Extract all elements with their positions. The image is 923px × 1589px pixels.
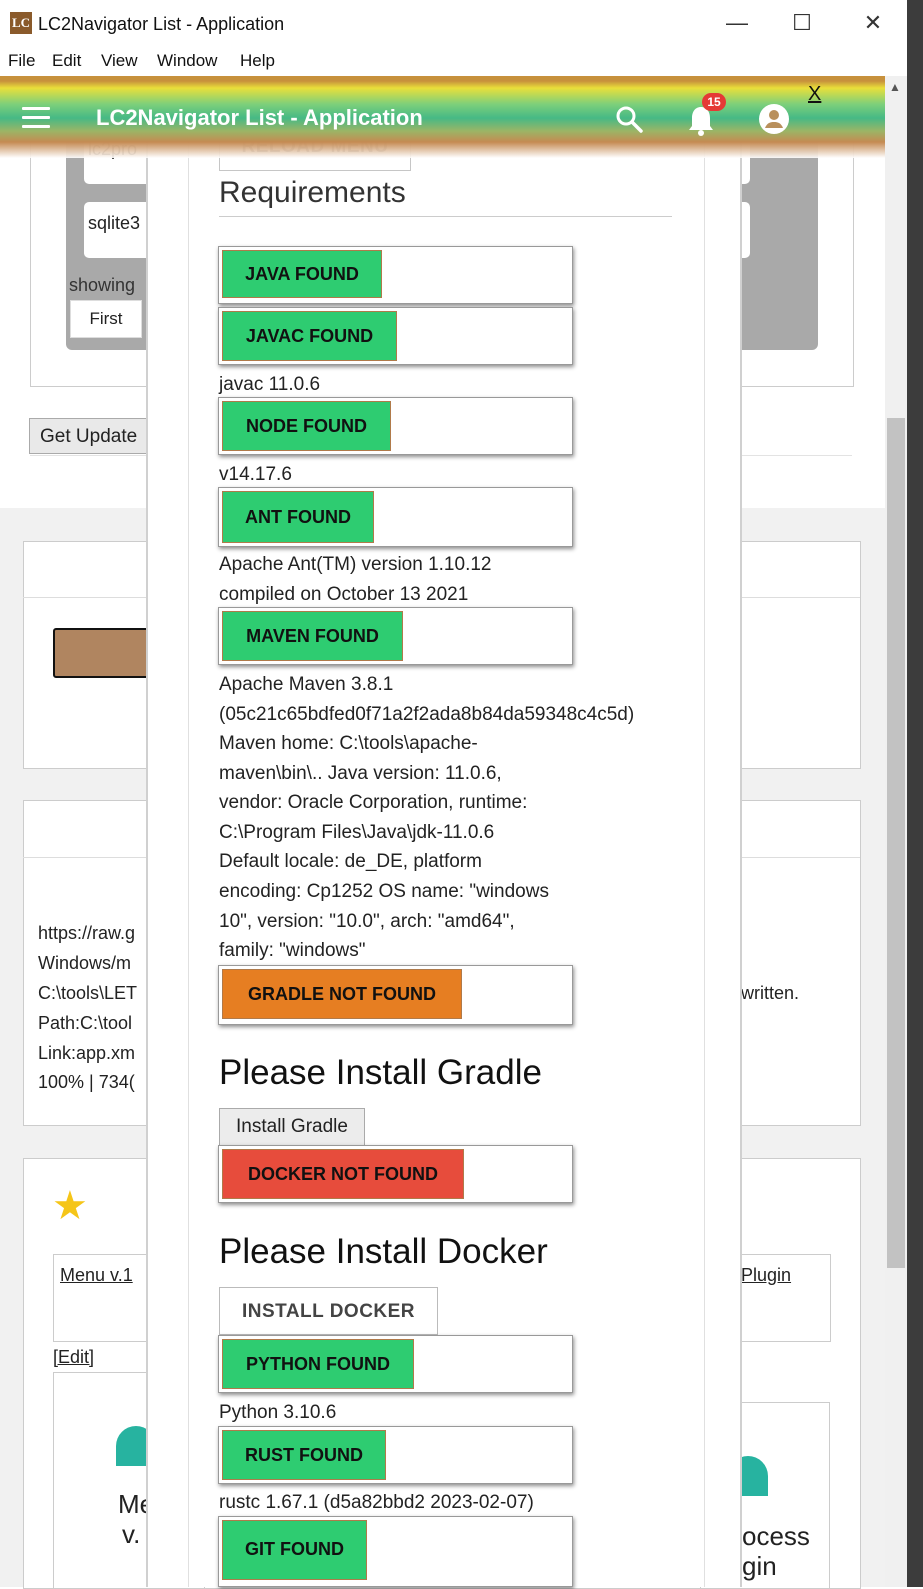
ant-version-line: compiled on October 13 2021	[219, 584, 469, 605]
maven-version-line: Apache Maven 3.8.1	[219, 674, 394, 695]
rust-status-button[interactable]: RUST FOUND	[222, 1430, 386, 1480]
notification-badge: 15	[702, 93, 726, 111]
background-row-label: sqlite3	[88, 213, 141, 233]
python-status-button[interactable]: PYTHON FOUND	[222, 1339, 414, 1389]
requirements-divider	[219, 216, 672, 217]
maven-version-line: maven\bin\.. Java version: 11.0.6,	[219, 763, 502, 784]
docker-status-box: DOCKER NOT FOUND	[218, 1145, 573, 1203]
menu-edit[interactable]: Edit	[52, 51, 81, 71]
scroll-up-arrow-icon[interactable]: ▲	[889, 80, 901, 94]
git-status-box: GIT FOUND	[218, 1516, 573, 1587]
menu-help[interactable]: Help	[240, 51, 275, 71]
node-status-box: NODE FOUND	[218, 397, 573, 455]
java-status-box: JAVA FOUND	[218, 246, 573, 304]
node-status-button[interactable]: NODE FOUND	[222, 401, 391, 451]
ant-status-box: ANT FOUND	[218, 487, 573, 547]
maven-version-line: Maven home: C:\tools\apache-	[219, 733, 478, 754]
background-first-button[interactable]: First	[70, 300, 142, 338]
background-showing-text: showing	[69, 275, 136, 295]
maximize-button[interactable]: ☐	[787, 8, 817, 38]
plugin-link[interactable]: Plugin	[741, 1260, 791, 1290]
maven-status-box: MAVEN FOUND	[218, 607, 573, 665]
background-log-line: Link:app.xm	[38, 1043, 136, 1063]
maven-version-line: (05c21c65bdfed0f71a2f2ada8b84da59348c4c5…	[219, 704, 635, 725]
gradle-status-box: GRADLE NOT FOUND	[218, 965, 573, 1025]
modal-close-button[interactable]: X	[808, 83, 821, 106]
rust-status-box: RUST FOUND	[218, 1426, 573, 1484]
scrollbar-thumb[interactable]	[887, 418, 905, 1268]
background-log-line: Windows/m	[38, 953, 132, 973]
star-icon[interactable]: ★	[52, 1186, 88, 1226]
app-header-title: LC2Navigator List - Application	[96, 105, 423, 130]
menu-file[interactable]: File	[8, 51, 35, 71]
menu-window[interactable]: Window	[157, 51, 217, 71]
get-update-button[interactable]: Get Update	[29, 418, 159, 454]
menu-version-link[interactable]: Menu v.1	[60, 1260, 133, 1290]
background-written-text: written.	[741, 983, 800, 1003]
rust-version-text: rustc 1.67.1 (d5a82bbd2 2023-02-07)	[219, 1492, 534, 1513]
docker-status-button[interactable]: DOCKER NOT FOUND	[222, 1149, 464, 1199]
gradle-status-button[interactable]: GRADLE NOT FOUND	[222, 969, 462, 1019]
menubar	[0, 46, 923, 76]
minimize-button[interactable]: —	[722, 8, 752, 38]
tile-right-text: ocess	[742, 1521, 810, 1551]
background-log-line: https://raw.g	[38, 923, 136, 943]
maven-version-line: vendor: Oracle Corporation, runtime:	[219, 792, 528, 813]
maven-status-button[interactable]: MAVEN FOUND	[222, 611, 403, 661]
edit-link[interactable]: [Edit]	[53, 1342, 94, 1372]
background-log-line: Path:C:\tool	[38, 1013, 133, 1033]
node-version-text: v14.17.6	[219, 464, 292, 485]
python-status-box: PYTHON FOUND	[218, 1335, 573, 1393]
javac-status-box: JAVAC FOUND	[218, 307, 573, 365]
menu-icon[interactable]	[22, 107, 50, 129]
requirements-heading: Requirements	[219, 176, 406, 209]
maven-version-line: 10", version: "10.0", arch: "amd64",	[219, 911, 515, 932]
java-status-button[interactable]: JAVA FOUND	[222, 250, 382, 298]
account-circle-icon[interactable]	[758, 103, 790, 135]
menu-view[interactable]: View	[101, 51, 138, 71]
app-logo: LC	[10, 12, 32, 34]
install-docker-button[interactable]: INSTALL DOCKER	[219, 1287, 438, 1335]
maven-version-line: Default locale: de_DE, platform	[219, 851, 482, 872]
ant-version-line: Apache Ant(TM) version 1.10.12	[219, 554, 492, 575]
python-version-text: Python 3.10.6	[219, 1402, 337, 1423]
search-icon[interactable]	[614, 104, 644, 134]
javac-status-button[interactable]: JAVAC FOUND	[222, 311, 397, 361]
git-status-button[interactable]: GIT FOUND	[222, 1520, 367, 1580]
tile-left-text: v.	[122, 1519, 141, 1549]
install-gradle-heading: Please Install Gradle	[219, 1053, 542, 1092]
maven-version-line: encoding: Cp1252 OS name: "windows	[219, 881, 549, 902]
javac-version-text: javac 11.0.6	[219, 374, 321, 395]
maven-version-line: C:\Program Files\Java\jdk-11.0.6	[219, 822, 495, 843]
desktop-background-edge	[907, 0, 923, 1587]
window-title: LC2Navigator List - Application	[38, 14, 285, 34]
maven-version-line: family: "windows"	[219, 940, 366, 961]
background-log-line: 100% | 734(	[38, 1072, 135, 1092]
install-docker-heading: Please Install Docker	[219, 1232, 548, 1271]
ant-status-button[interactable]: ANT FOUND	[222, 491, 374, 543]
close-window-button[interactable]: ✕	[858, 8, 888, 38]
install-gradle-button[interactable]: Install Gradle	[219, 1108, 365, 1146]
background-log-line: C:\tools\LET	[38, 983, 138, 1003]
tile-right-text: gin	[742, 1551, 777, 1581]
